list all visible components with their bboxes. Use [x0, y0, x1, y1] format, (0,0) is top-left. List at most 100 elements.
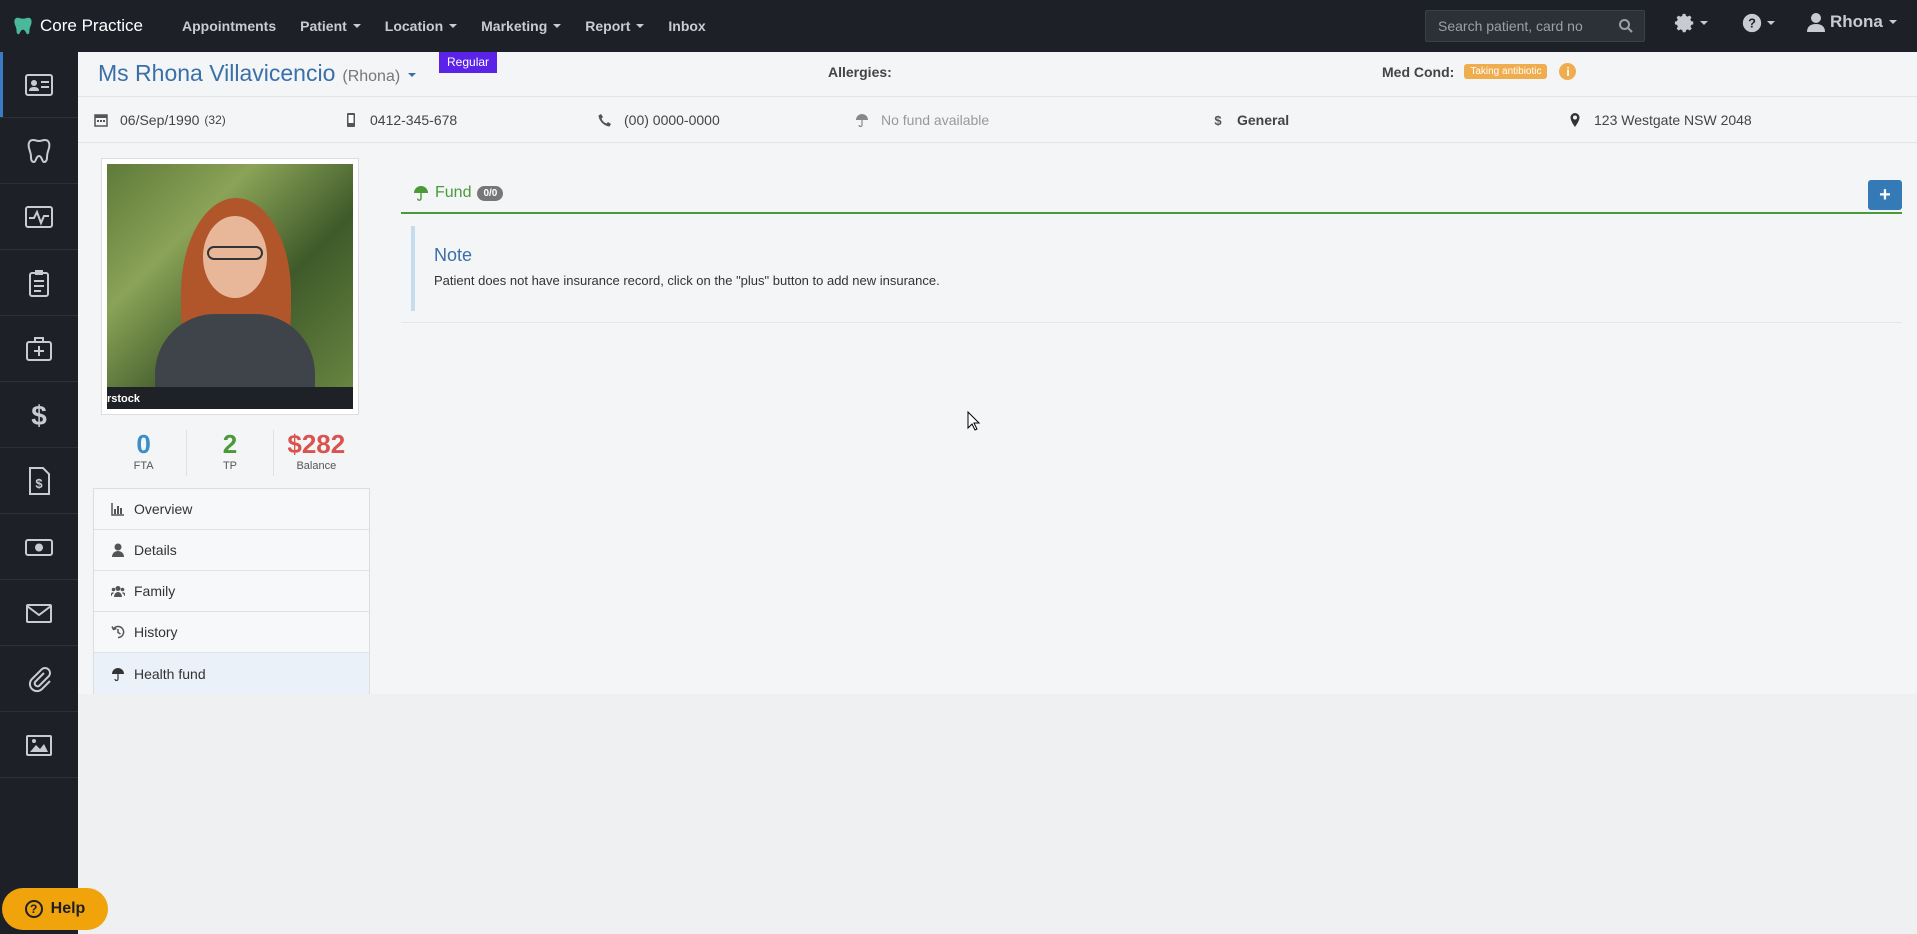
- nav-patient[interactable]: Patient: [288, 0, 373, 52]
- user-name: Rhona: [1830, 12, 1883, 31]
- photo-watermark: rstock: [107, 393, 141, 405]
- users-icon: [111, 586, 125, 597]
- settings-menu[interactable]: [1674, 12, 1708, 34]
- id-card-icon: [25, 73, 53, 96]
- nav-location[interactable]: Location: [373, 0, 469, 52]
- invoice-icon: $: [29, 466, 50, 495]
- stat-tp[interactable]: 2 TP: [187, 429, 274, 476]
- caret-down-icon: [1888, 20, 1897, 24]
- question-icon: ?: [1742, 13, 1762, 33]
- question-circle-icon: ?: [24, 900, 43, 918]
- svg-text:$: $: [35, 476, 43, 491]
- top-navbar: Core Practice Appointments Patient Locat…: [0, 0, 1917, 52]
- sidebar-treatment-plan[interactable]: [0, 250, 78, 316]
- sidebar-patient-card[interactable]: [0, 52, 78, 118]
- dob-info: 06/Sep/1990 (32): [94, 112, 226, 128]
- menu-item-family[interactable]: Family: [94, 571, 369, 612]
- svg-text:$: $: [1214, 113, 1222, 127]
- divider: [401, 322, 1902, 323]
- user-icon: [1807, 13, 1825, 32]
- stat-label: Balance: [296, 460, 337, 472]
- nav-inbox[interactable]: Inbox: [656, 0, 717, 52]
- history-icon: [111, 625, 125, 639]
- gear-icon: [1674, 13, 1694, 33]
- umbrella-icon: [414, 186, 428, 201]
- tooth-icon: [27, 138, 51, 163]
- caret-down-icon: [449, 24, 458, 28]
- add-insurance-button[interactable]: +: [1868, 180, 1902, 210]
- stat-value: $282: [287, 429, 346, 459]
- nav-report[interactable]: Report: [573, 0, 656, 52]
- patient-name-dropdown[interactable]: Ms Rhona Villavicencio (Rhona): [98, 60, 417, 87]
- caret-down-icon: [352, 24, 361, 28]
- fund-title-text: Fund: [435, 184, 472, 201]
- menu-item-details[interactable]: Details: [94, 530, 369, 571]
- medcond-label: Med Cond:: [1382, 63, 1455, 80]
- menu-item-overview[interactable]: Overview: [94, 489, 369, 530]
- fund-info: No fund available: [855, 112, 989, 128]
- map-marker-icon: [1570, 113, 1580, 127]
- caret-down-icon: [1767, 21, 1775, 25]
- menu-item-label: History: [134, 624, 178, 640]
- svg-text:?: ?: [1748, 16, 1756, 31]
- nav-label: Appointments: [182, 18, 277, 34]
- sidebar-attachments[interactable]: [0, 646, 78, 712]
- stat-balance[interactable]: $282 Balance: [274, 430, 359, 476]
- nav-label: Location: [384, 18, 444, 34]
- menu-item-label: Health fund: [134, 665, 206, 682]
- address[interactable]: 123 Westgate NSW 2048: [1594, 112, 1752, 128]
- menu-item-label: Overview: [134, 501, 193, 517]
- phone-number[interactable]: (00) 0000-0000: [624, 112, 720, 128]
- nav-label: Report: [585, 18, 631, 34]
- brand-name: Core Practice: [40, 16, 143, 35]
- patient-nickname: (Rhona): [342, 68, 401, 85]
- chart-icon: [111, 503, 124, 516]
- nav-marketing[interactable]: Marketing: [469, 0, 573, 52]
- mobile-icon: [347, 113, 355, 127]
- mobile-number[interactable]: 0412-345-678: [370, 112, 457, 128]
- user-icon: [112, 543, 124, 557]
- caret-down-icon: [553, 24, 562, 28]
- address-info: 123 Westgate NSW 2048: [1568, 112, 1752, 128]
- search-input[interactable]: [1426, 18, 1616, 34]
- patient-info-bar: 06/Sep/1990 (32) 0412-345-678 (00) 0000-…: [78, 97, 1917, 143]
- umbrella-icon: [112, 667, 124, 681]
- sidebar-billing[interactable]: $: [0, 382, 78, 448]
- left-sidebar: $ $: [0, 52, 78, 934]
- stat-label: FTA: [133, 460, 154, 472]
- patient-photo[interactable]: rstock: [107, 164, 353, 409]
- stat-value: 2: [222, 429, 238, 459]
- tooth-logo-icon: [14, 17, 32, 35]
- paperclip-icon: [28, 666, 51, 692]
- main-nav: Appointments Patient Location Marketing …: [170, 0, 718, 52]
- calendar-icon: [94, 114, 108, 127]
- menu-item-health-fund[interactable]: Health fund: [94, 653, 369, 694]
- sidebar-medical-kit[interactable]: [0, 316, 78, 382]
- sidebar-medical[interactable]: [0, 184, 78, 250]
- search-icon[interactable]: [1618, 18, 1634, 34]
- sidebar-payments[interactable]: [0, 514, 78, 580]
- fund-count-badge: 0/0: [477, 185, 504, 201]
- fund-status: No fund available: [881, 112, 990, 128]
- help-menu[interactable]: ?: [1741, 12, 1775, 34]
- menu-item-history[interactable]: History: [94, 612, 369, 653]
- brand[interactable]: Core Practice: [0, 15, 170, 37]
- sidebar-images[interactable]: [0, 712, 78, 778]
- nav-appointments[interactable]: Appointments: [170, 0, 288, 52]
- info-icon[interactable]: i: [1559, 63, 1577, 80]
- stat-fta[interactable]: 0 FTA: [101, 430, 188, 476]
- clipboard-icon: [29, 269, 49, 297]
- envelope-icon: [26, 603, 52, 623]
- dollar-icon: $: [1214, 113, 1222, 127]
- sidebar-invoice[interactable]: $: [0, 448, 78, 514]
- patient-name: Ms Rhona Villavicencio: [98, 60, 336, 86]
- mobile-info: 0412-345-678: [344, 112, 457, 128]
- patient-status-badge: Regular: [439, 52, 498, 73]
- nav-label: Patient: [300, 18, 347, 34]
- sidebar-messages[interactable]: [0, 580, 78, 646]
- help-button[interactable]: ? Help: [2, 888, 108, 930]
- medkit-icon: [26, 336, 52, 361]
- dob: 06/Sep/1990: [120, 112, 200, 128]
- user-menu[interactable]: Rhona: [1806, 12, 1897, 32]
- sidebar-dental-chart[interactable]: [0, 118, 78, 184]
